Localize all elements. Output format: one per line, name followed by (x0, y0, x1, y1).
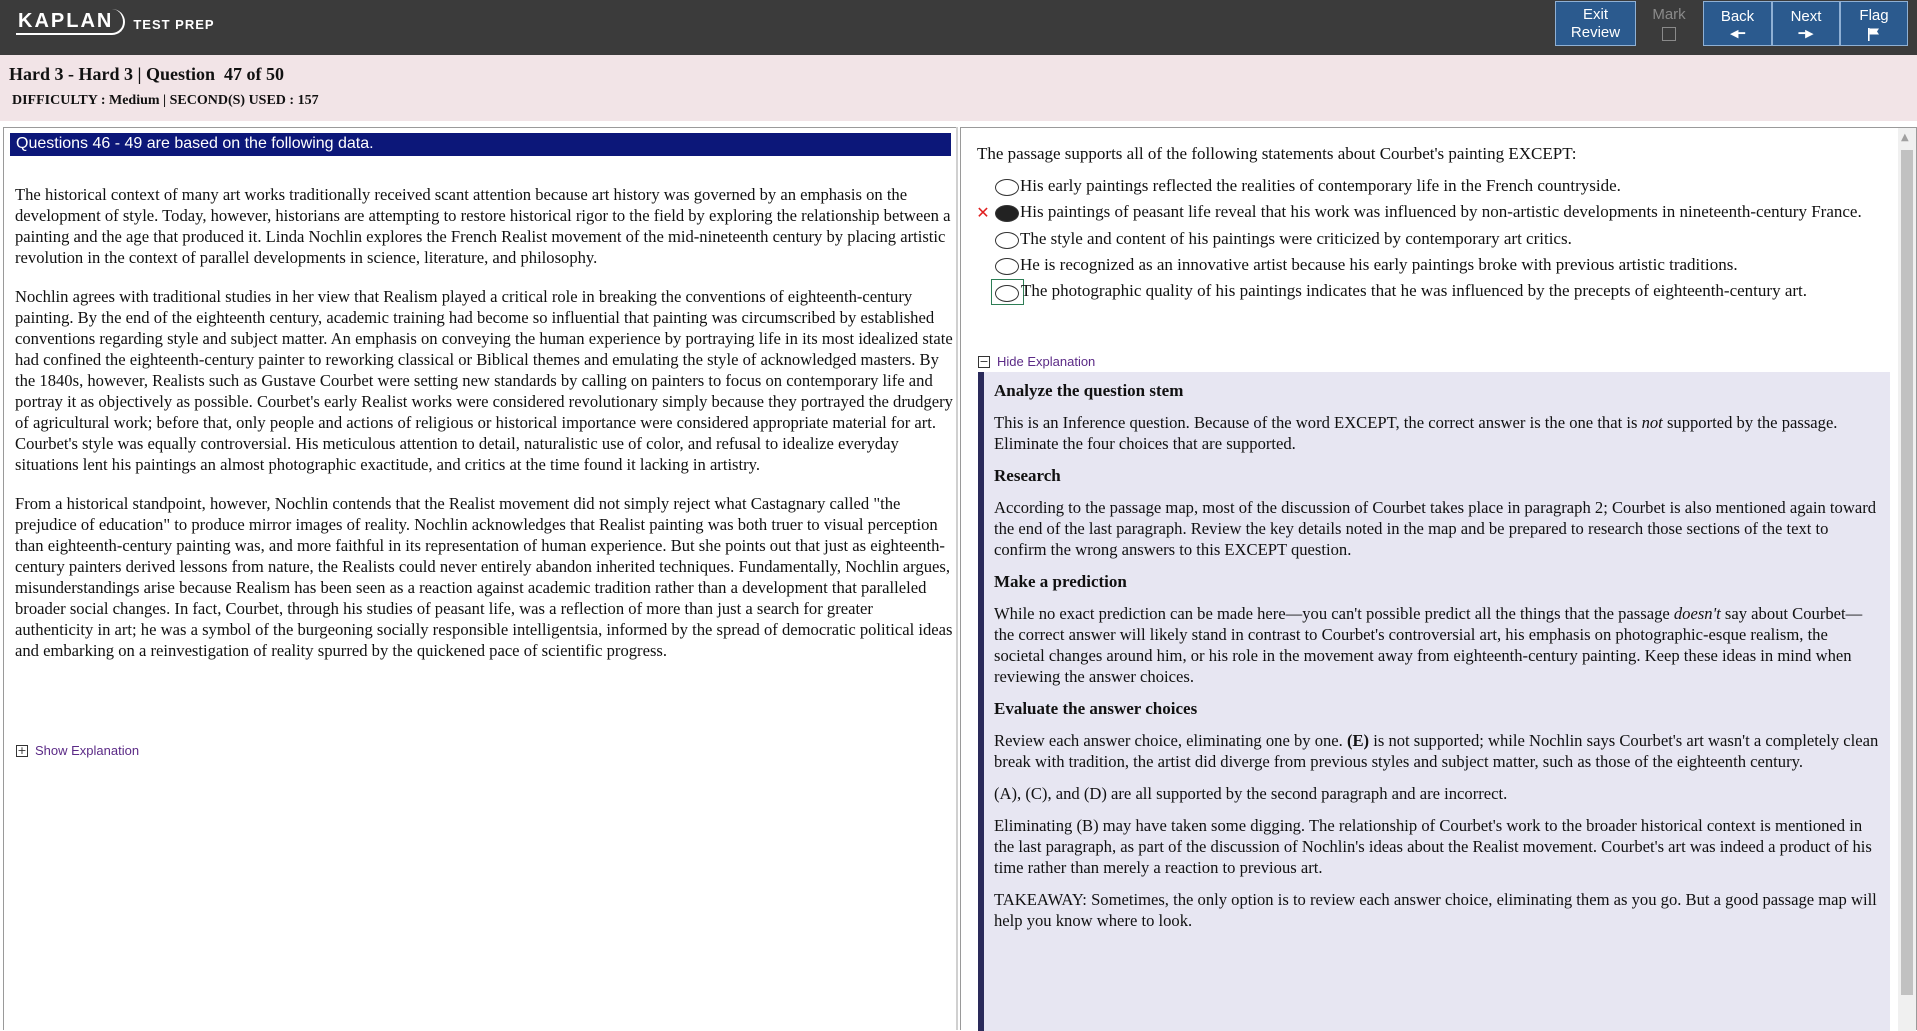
radio-button[interactable] (995, 179, 1019, 196)
answer-choices: His early paintings reflected the realit… (971, 176, 1901, 311)
back-button[interactable]: Back ◀━ (1703, 1, 1772, 46)
passage-paragraph: Nochlin agrees with traditional studies … (15, 287, 953, 474)
minus-box-icon: − (978, 354, 990, 368)
show-explanation-link[interactable]: + Show Explanation (16, 743, 139, 758)
choice-text: The photographic quality of his painting… (1021, 281, 1808, 300)
explanation-heading: Make a prediction (994, 572, 1127, 591)
answer-choice-b[interactable]: ✕ His paintings of peasant life reveal t… (971, 202, 1901, 223)
question-panel: The passage supports all of the followin… (960, 127, 1917, 1031)
explanation-paragraph: While no exact prediction can be made he… (994, 604, 1863, 686)
answer-choice-d[interactable]: He is recognized as an innovative artist… (971, 255, 1901, 275)
passage-header: Questions 46 - 49 are based on the follo… (10, 133, 951, 156)
flag-icon (1868, 27, 1879, 41)
explanation-paragraph: Review each answer choice, eliminating o… (994, 731, 1879, 771)
answer-choice-a[interactable]: His early paintings reflected the realit… (971, 176, 1901, 196)
explanation-paragraph: This is an Inference question. Because o… (994, 413, 1838, 453)
explanation-paragraph: (A), (C), and (D) are all supported by t… (994, 784, 1508, 803)
x-mark-icon: ✕ (976, 203, 990, 222)
show-explanation-label: Show Explanation (35, 743, 140, 758)
choice-text: His early paintings reflected the realit… (1020, 176, 1621, 195)
correct-answer-highlight (991, 279, 1024, 305)
explanation-heading: Research (994, 466, 1061, 485)
choice-text: His paintings of peasant life reveal tha… (1020, 202, 1862, 221)
flag-button[interactable]: Flag (1840, 1, 1908, 46)
plus-box-icon: + (16, 743, 28, 757)
mark-label: Mark (1652, 6, 1686, 23)
passage-paragraph: From a historical standpoint, however, N… (15, 494, 953, 660)
hide-explanation-link[interactable]: − Hide Explanation (978, 354, 1095, 369)
exit-label-line2: Review (1570, 23, 1621, 41)
answer-choice-e[interactable]: The photographic quality of his painting… (971, 279, 1901, 305)
next-label: Next (1790, 7, 1822, 25)
question-title: Hard 3 - Hard 3 | Question 47 of 50 (9, 64, 284, 84)
mark-checkbox-icon (1662, 27, 1676, 41)
explanation-heading: Analyze the question stem (994, 381, 1184, 400)
explanation-box: Analyze the question stem This is an Inf… (978, 372, 1890, 1031)
hide-explanation-label: Hide Explanation (997, 354, 1096, 369)
exit-label-line1: Exit (1582, 5, 1608, 23)
question-scrollbar[interactable]: ▲ (1898, 128, 1916, 1031)
kaplan-logo: KAPLAN TEST PREP (16, 6, 215, 38)
explanation-paragraph: Eliminating (B) may have taken some digg… (994, 816, 1872, 877)
explanation-paragraph: TAKEAWAY: Sometimes, the only option is … (994, 890, 1877, 930)
flag-label: Flag (1859, 6, 1889, 24)
question-stem: The passage supports all of the followin… (977, 144, 1577, 163)
choice-text: He is recognized as an innovative artist… (1020, 255, 1738, 274)
exit-review-button[interactable]: Exit Review (1555, 1, 1636, 46)
arrow-left-icon: ◀━ (1729, 27, 1746, 40)
choice-status-icon (971, 229, 995, 230)
mark-button[interactable]: Mark (1636, 1, 1702, 46)
next-button[interactable]: Next ━▶ (1772, 1, 1840, 46)
question-meta: DIFFICULTY : Medium | SECOND(S) USED : 1… (12, 93, 319, 108)
explanation-paragraph: According to the passage map, most of th… (994, 498, 1877, 559)
choice-status-icon (971, 176, 995, 177)
answer-choice-c[interactable]: The style and content of his paintings w… (971, 229, 1901, 249)
scroll-up-icon[interactable]: ▲ (1901, 132, 1909, 143)
choice-text: The style and content of his paintings w… (1020, 229, 1572, 248)
choice-status-icon (971, 255, 995, 256)
radio-button[interactable] (995, 232, 1019, 249)
question-info-band: Hard 3 - Hard 3 | Question 47 of 50 DIFF… (0, 55, 1917, 121)
back-label: Back (1720, 7, 1755, 25)
passage-panel: Questions 46 - 49 are based on the follo… (3, 127, 958, 1030)
scrollbar-thumb[interactable] (1901, 150, 1913, 995)
radio-button[interactable] (995, 285, 1019, 302)
arrow-right-icon: ━▶ (1798, 27, 1814, 40)
passage-text: The historical context of many art works… (15, 184, 955, 679)
panel-divider[interactable] (956, 127, 958, 1030)
passage-paragraph: The historical context of many art works… (15, 185, 951, 267)
radio-button-selected[interactable] (995, 205, 1019, 222)
explanation-heading: Evaluate the answer choices (994, 699, 1198, 718)
radio-button[interactable] (995, 258, 1019, 275)
logo-subtitle: TEST PREP (133, 16, 215, 32)
logo-text: KAPLAN (16, 9, 126, 35)
top-bar: KAPLAN TEST PREP Exit Review Mark Back ◀… (0, 0, 1917, 55)
